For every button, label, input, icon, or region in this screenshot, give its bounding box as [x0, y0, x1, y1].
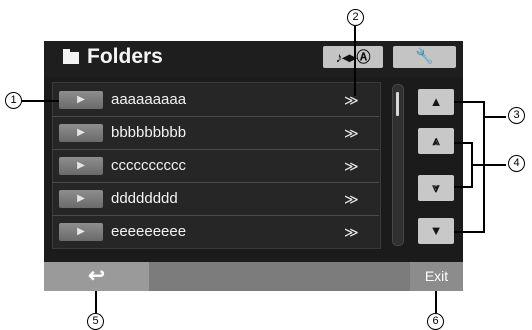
- callout-line-4b: [454, 186, 472, 188]
- callout-line-5: [95, 291, 97, 313]
- list-item-label[interactable]: bbbbbbbbb: [111, 123, 186, 143]
- callout-line-3c: [483, 101, 485, 233]
- expand-arrow-icon[interactable]: ≫: [344, 156, 359, 176]
- play-button[interactable]: ▶: [59, 124, 103, 142]
- exit-button[interactable]: Exit: [410, 262, 463, 291]
- scroll-up-button[interactable]: ▲: [418, 89, 454, 115]
- callout-3: 3: [508, 107, 525, 124]
- back-button[interactable]: ↩: [44, 262, 149, 291]
- expand-arrow-icon[interactable]: ≫: [344, 123, 359, 143]
- callout-line-4a: [454, 142, 472, 144]
- scroll-down-button[interactable]: ▼: [418, 218, 454, 244]
- play-button[interactable]: ▶: [59, 190, 103, 208]
- callout-line-3a: [454, 101, 484, 103]
- callout-4: 4: [508, 155, 525, 172]
- callout-line-2: [354, 26, 356, 96]
- play-button[interactable]: ▶: [59, 91, 103, 109]
- page-down-button[interactable]: ⩔: [418, 175, 454, 201]
- expand-arrow-icon[interactable]: ≫: [344, 189, 359, 209]
- callout-line-6: [435, 291, 437, 313]
- callout-line-3d: [484, 116, 506, 118]
- wrench-icon: 🔧: [415, 48, 434, 65]
- play-button[interactable]: ▶: [59, 223, 103, 241]
- folder-icon: [63, 49, 79, 64]
- play-button[interactable]: ▶: [59, 157, 103, 175]
- page-up-button[interactable]: ⩓: [418, 128, 454, 154]
- list-item-label[interactable]: cccccccccc: [111, 156, 186, 176]
- callout-6: 6: [427, 313, 444, 330]
- scrollbar-thumb[interactable]: [396, 92, 399, 116]
- list-item-label[interactable]: eeeeeeeee: [111, 222, 186, 242]
- callout-line-3b: [454, 231, 484, 233]
- expand-arrow-icon[interactable]: ≫: [344, 90, 359, 110]
- callout-5: 5: [87, 313, 104, 330]
- callout-line-1: [22, 100, 59, 102]
- mode-switch-button[interactable]: ♪◂▸Ⓐ: [323, 46, 383, 68]
- callout-2: 2: [347, 9, 364, 26]
- list-item-label[interactable]: dddddddd: [111, 189, 178, 209]
- list-item-label[interactable]: aaaaaaaaa: [111, 90, 186, 110]
- page-title: Folders: [87, 45, 163, 68]
- expand-arrow-icon[interactable]: ≫: [344, 222, 359, 242]
- callout-line-4d: [472, 164, 506, 166]
- callout-1: 1: [5, 92, 22, 109]
- settings-button[interactable]: 🔧: [393, 46, 456, 68]
